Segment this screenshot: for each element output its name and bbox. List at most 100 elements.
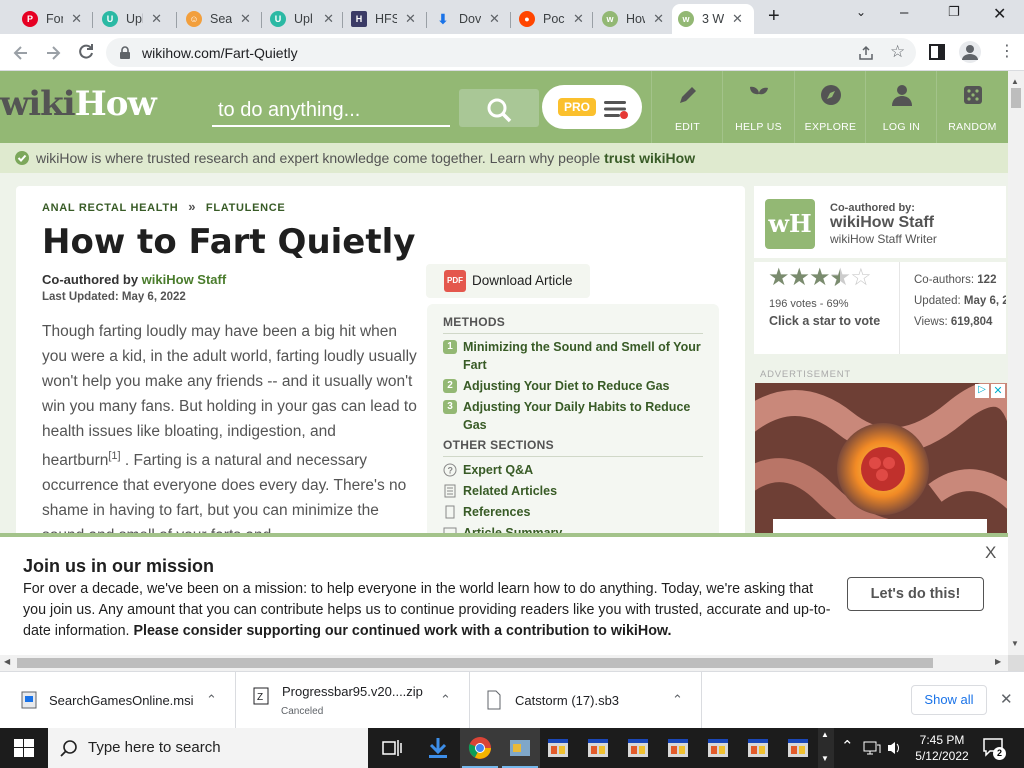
network-icon[interactable] xyxy=(863,740,881,756)
chevron-up-icon[interactable]: ⌃ xyxy=(841,737,854,755)
browser-tab[interactable]: ● Poc ✕ xyxy=(513,4,591,34)
restore-button[interactable]: ❐ xyxy=(948,4,960,20)
toc-method-item[interactable]: 1 Minimizing the Sound and Smell of Your … xyxy=(443,338,705,374)
omnibox[interactable]: wikihow.com/Fart-Quietly ☆ xyxy=(106,38,916,67)
browser-tab[interactable]: wHow✕ xyxy=(596,4,670,34)
chevron-up-icon[interactable]: ⌃ xyxy=(206,692,217,708)
breadcrumb-link[interactable]: FLATULENCE xyxy=(206,202,286,214)
game-window-icon[interactable] xyxy=(706,736,730,760)
browser-tab[interactable]: H HFS ✕ xyxy=(345,4,425,34)
game-window-icon[interactable] xyxy=(626,736,650,760)
downloads-app-icon[interactable] xyxy=(426,736,450,760)
lock-icon[interactable] xyxy=(119,46,131,60)
nav-edit[interactable]: EDIT xyxy=(651,71,723,143)
tab-search-chevron-icon[interactable]: ⌄ xyxy=(856,5,866,19)
banner-close-button[interactable]: X xyxy=(985,543,996,563)
download-item[interactable]: SearchGamesOnline.msi ⌃ xyxy=(0,672,236,728)
pro-menu-button[interactable]: PRO xyxy=(542,85,642,129)
close-tab-icon[interactable]: ✕ xyxy=(732,11,743,27)
author-card: wH Co-authored by: wikiHow Staff wikiHow… xyxy=(754,186,1006,258)
upload-site-icon: U xyxy=(102,11,118,27)
breadcrumb-link[interactable]: ANAL RECTAL HEALTH xyxy=(42,202,178,214)
speaker-icon[interactable] xyxy=(886,740,904,756)
game-window-icon[interactable] xyxy=(746,736,770,760)
close-tab-icon[interactable]: ✕ xyxy=(489,11,500,27)
forward-arrow-icon[interactable] xyxy=(44,44,62,62)
ad-close-icon[interactable]: ✕ xyxy=(991,384,1005,398)
game-window-icon[interactable] xyxy=(546,736,570,760)
taskbar-app-button[interactable] xyxy=(500,728,540,768)
vertical-scroll-thumb[interactable] xyxy=(1011,88,1021,108)
close-tab-icon[interactable]: ✕ xyxy=(151,11,162,27)
browser-tab[interactable]: ☺ Sea ✕ xyxy=(180,4,260,34)
trust-link[interactable]: trust wikiHow xyxy=(604,150,695,166)
close-tab-icon[interactable]: ✕ xyxy=(405,11,416,27)
task-view-icon[interactable] xyxy=(380,736,404,760)
browser-menu-icon[interactable]: ⋮ xyxy=(999,41,1015,61)
game-window-icon[interactable] xyxy=(666,736,690,760)
chevron-up-icon[interactable]: ⌃ xyxy=(440,692,451,708)
trust-bar: wikiHow is where trusted research and ex… xyxy=(0,143,1008,173)
close-tab-icon[interactable]: ✕ xyxy=(71,11,82,27)
bookmark-star-icon[interactable]: ☆ xyxy=(890,42,905,62)
reload-icon[interactable] xyxy=(77,43,95,61)
download-item[interactable]: Catstorm (17).sb3 ⌃ xyxy=(470,672,702,728)
toc-method-item[interactable]: 2 Adjusting Your Diet to Reduce Gas xyxy=(443,377,705,395)
side-panel-icon[interactable] xyxy=(929,44,945,60)
close-tab-icon[interactable]: ✕ xyxy=(323,11,334,27)
star-rating[interactable]: ★★★★★☆ xyxy=(768,263,872,292)
chevron-up-icon[interactable]: ⌃ xyxy=(672,692,683,708)
author-name[interactable]: wikiHow Staff xyxy=(830,214,934,232)
show-all-downloads-button[interactable]: Show all xyxy=(911,685,987,715)
nav-explore[interactable]: EXPLORE xyxy=(794,71,866,143)
windows-start-icon[interactable] xyxy=(14,739,34,757)
site-search-input[interactable]: to do anything... xyxy=(212,93,450,127)
browser-tab[interactable]: ⬇ Dov ✕ xyxy=(429,4,509,34)
close-window-button[interactable]: ✕ xyxy=(993,4,1006,24)
close-tab-icon[interactable]: ✕ xyxy=(653,11,664,27)
toc-other-item[interactable]: References xyxy=(443,503,705,521)
nav-log-in[interactable]: LOG IN xyxy=(865,71,937,143)
toc-method-item[interactable]: 3 Adjusting Your Daily Habits to Reduce G… xyxy=(443,398,705,434)
hamburger-menu-icon xyxy=(604,101,628,119)
nav-help-us[interactable]: HELP US xyxy=(722,71,794,143)
browser-tab[interactable]: U Upl ✕ xyxy=(264,4,340,34)
toc-other-item[interactable]: ? Expert Q&A xyxy=(443,461,705,479)
horizontal-scrollbar[interactable]: ◀ ▶ xyxy=(0,655,1008,671)
new-tab-button[interactable]: + xyxy=(768,5,780,28)
share-icon[interactable] xyxy=(858,45,874,61)
close-downloads-bar-icon[interactable]: ✕ xyxy=(1000,690,1013,708)
advertisement-image[interactable]: ▷ ✕ xyxy=(755,383,1007,543)
game-window-icon[interactable] xyxy=(586,736,610,760)
vertical-scrollbar[interactable]: ▲ ▼ xyxy=(1008,71,1024,655)
download-article-button[interactable]: PDF Download Article xyxy=(426,264,590,298)
game-window-icon[interactable] xyxy=(786,736,810,760)
browser-tab[interactable]: P For ✕ xyxy=(16,4,88,34)
taskbar-search-box[interactable]: Type here to search xyxy=(48,728,368,768)
ad-choices-icon[interactable]: ▷ xyxy=(975,384,989,398)
close-tab-icon[interactable]: ✕ xyxy=(573,11,584,27)
toc-other-item[interactable]: Related Articles xyxy=(443,482,705,500)
reference-link[interactable]: [1] xyxy=(108,450,120,462)
article-intro: Though farting loudly may have been a bi… xyxy=(42,323,417,544)
close-tab-icon[interactable]: ✕ xyxy=(240,11,251,27)
lets-do-this-button[interactable]: Let's do this! xyxy=(847,577,984,611)
coauthor-link[interactable]: wikiHow Staff xyxy=(142,272,227,287)
article-stats-card: ★★★★★☆ 196 votes - 69% Click a star to v… xyxy=(754,262,1006,354)
taskbar-scroll[interactable]: ▲ ▼ xyxy=(818,728,834,768)
back-arrow-icon[interactable] xyxy=(12,44,30,62)
chrome-taskbar-button[interactable] xyxy=(460,728,500,768)
url-text[interactable]: wikihow.com/Fart-Quietly xyxy=(142,45,298,61)
notifications-button[interactable]: 2 xyxy=(982,737,1006,760)
horizontal-scroll-thumb[interactable] xyxy=(17,658,933,668)
coauthors-stat: Co-authors: 122 xyxy=(914,274,997,286)
taskbar-clock[interactable]: 7:45 PM 5/12/2022 xyxy=(912,732,972,764)
download-item[interactable]: Z Progressbar95.v20....zip Canceled ⌃ xyxy=(236,672,470,728)
browser-tab-active[interactable]: w3 W ✕ xyxy=(672,4,754,34)
minimize-button[interactable]: – xyxy=(900,4,908,21)
wikihow-logo[interactable]: wikiHow xyxy=(0,84,157,124)
nav-random[interactable]: RANDOM xyxy=(936,71,1008,143)
browser-tab[interactable]: U Upl ✕ xyxy=(96,4,168,34)
profile-avatar[interactable] xyxy=(959,41,981,63)
search-button[interactable] xyxy=(459,89,539,127)
